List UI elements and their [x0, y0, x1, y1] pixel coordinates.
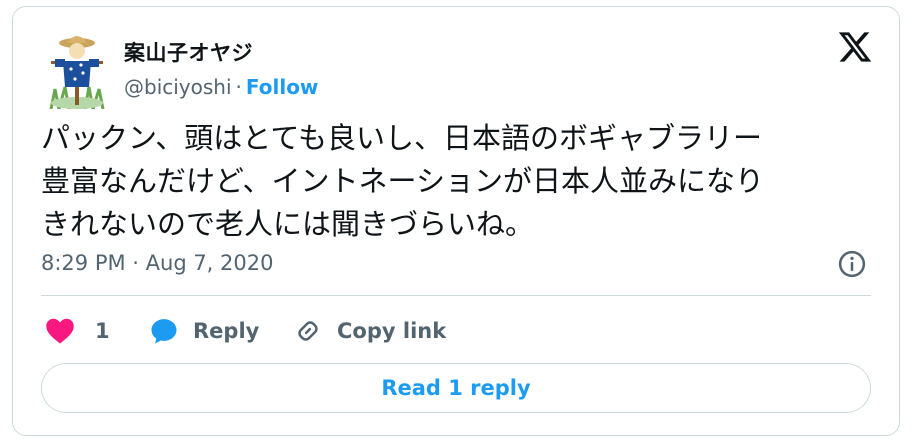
- reply-button[interactable]: Reply: [149, 309, 259, 353]
- separator-dot: ·: [235, 75, 242, 99]
- author-handle[interactable]: @biciyoshi: [124, 75, 232, 99]
- heart-icon: [46, 318, 74, 344]
- reply-label: Reply: [193, 319, 260, 343]
- tweet-text: パックン、頭はとても良いし、日本語のボギャブラリー 豊富なんだけど、イントネーシ…: [41, 117, 881, 246]
- handle-row: @biciyoshi · Follow: [124, 75, 318, 99]
- author-name[interactable]: 案山子オヤジ: [124, 37, 253, 67]
- avatar[interactable]: [45, 29, 109, 110]
- action-bar: 1 Reply Copy link: [41, 309, 881, 353]
- read-replies-button[interactable]: Read 1 reply: [41, 363, 871, 413]
- info-icon[interactable]: [837, 249, 867, 279]
- like-button[interactable]: 1: [45, 309, 110, 353]
- scarecrow-avatar-image: [49, 36, 105, 110]
- tweet-line: 豊富なんだけど、イントネーションが日本人並みになり: [41, 164, 764, 198]
- tweet-line: パックン、頭はとても良いし、日本語のボギャブラリー: [41, 121, 762, 155]
- like-count: 1: [95, 319, 110, 343]
- copy-link-label: Copy link: [337, 319, 447, 343]
- read-replies-label: Read 1 reply: [381, 376, 531, 400]
- x-logo-icon[interactable]: [837, 29, 873, 65]
- follow-link[interactable]: Follow: [246, 75, 319, 99]
- link-icon: [298, 321, 318, 341]
- divider: [41, 295, 871, 296]
- tweet-timestamp[interactable]: 8:29 PM · Aug 7, 2020: [41, 251, 273, 275]
- copy-link-button[interactable]: Copy link: [293, 309, 446, 353]
- speech-bubble-icon: [151, 319, 177, 344]
- tweet-line: きれないので老人には聞きづらいね。: [41, 207, 535, 241]
- tweet-card: 案山子オヤジ @biciyoshi · Follow パックン、頭はとても良いし、日…: [12, 6, 900, 436]
